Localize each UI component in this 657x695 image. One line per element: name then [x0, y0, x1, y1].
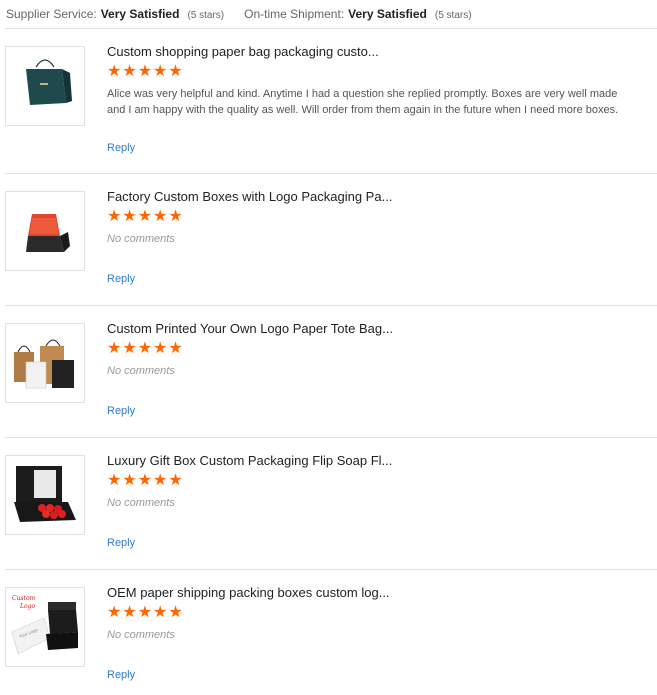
star-rating: ★ ★ ★ ★ ★	[107, 341, 637, 357]
review-item: Custom Printed Your Own Logo Paper Tote …	[5, 305, 657, 437]
star-icon: ★	[137, 604, 153, 621]
review-comment: No comments	[107, 365, 175, 377]
star-icon: ★	[153, 63, 168, 80]
review-comment: No comments	[107, 233, 175, 245]
review-comment: No comments	[107, 629, 175, 641]
review-item: Factory Custom Boxes with Logo Packaging…	[5, 173, 657, 305]
star-icon: ★	[107, 340, 122, 357]
product-thumbnail[interactable]: Custom Logo Your Logo	[5, 587, 85, 667]
star-icon: ★	[168, 340, 183, 357]
review-product-title[interactable]: Custom shopping paper bag packaging cust…	[107, 43, 637, 61]
reply-link[interactable]: Reply	[107, 142, 135, 154]
star-rating: ★ ★ ★ ★ ★	[107, 605, 637, 621]
shipment-rating: On-time Shipment: Very Satisfied (5 star…	[244, 7, 471, 21]
thumb-text: Custom	[12, 595, 36, 602]
star-icon: ★	[122, 63, 137, 80]
star-rating: ★ ★ ★ ★ ★	[107, 473, 637, 489]
star-rating: ★ ★ ★ ★ ★	[107, 209, 637, 225]
review-product-title[interactable]: Custom Printed Your Own Logo Paper Tote …	[107, 320, 637, 338]
supplier-service-rating: Supplier Service: Very Satisfied (5 star…	[6, 7, 224, 21]
product-thumbnail[interactable]	[5, 46, 85, 126]
review-product-title[interactable]: Factory Custom Boxes with Logo Packaging…	[107, 188, 637, 206]
star-icon: ★	[107, 604, 122, 621]
reply-link[interactable]: Reply	[107, 669, 135, 681]
shipment-value: Very Satisfied	[348, 7, 427, 21]
review-comment: Alice was very helpful and kind. Anytime…	[107, 88, 619, 116]
star-icon: ★	[122, 472, 137, 489]
star-icon: ★	[107, 472, 122, 489]
star-icon: ★	[137, 208, 153, 225]
product-thumbnail[interactable]	[5, 455, 85, 535]
review-comment: No comments	[107, 497, 175, 509]
star-icon: ★	[137, 472, 153, 489]
star-icon: ★	[153, 208, 168, 225]
star-icon: ★	[168, 604, 183, 621]
shipment-label: On-time Shipment:	[244, 7, 345, 21]
star-icon: ★	[137, 63, 153, 80]
star-icon: ★	[153, 340, 168, 357]
star-icon: ★	[168, 63, 183, 80]
supplier-service-label: Supplier Service:	[6, 7, 97, 21]
star-icon: ★	[107, 63, 122, 80]
star-icon: ★	[122, 208, 137, 225]
star-rating: ★ ★ ★ ★ ★	[107, 64, 637, 80]
review-item: Luxury Gift Box Custom Packaging Flip So…	[5, 437, 657, 569]
rating-summary: Supplier Service: Very Satisfied (5 star…	[0, 0, 657, 28]
star-icon: ★	[168, 472, 183, 489]
star-icon: ★	[122, 340, 137, 357]
thumb-text: Logo	[19, 603, 35, 610]
review-item: Custom Logo Your Logo OEM paper shipping…	[5, 569, 657, 695]
star-icon: ★	[122, 604, 137, 621]
reply-link[interactable]: Reply	[107, 537, 135, 549]
star-icon: ★	[153, 472, 168, 489]
review-product-title[interactable]: OEM paper shipping packing boxes custom …	[107, 584, 637, 602]
review-item: Custom shopping paper bag packaging cust…	[5, 28, 657, 173]
star-icon: ★	[153, 604, 168, 621]
product-thumbnail[interactable]	[5, 191, 85, 271]
review-product-title[interactable]: Luxury Gift Box Custom Packaging Flip So…	[107, 452, 637, 470]
supplier-service-stars: (5 stars)	[187, 10, 225, 21]
reply-link[interactable]: Reply	[107, 273, 135, 285]
supplier-service-value: Very Satisfied	[100, 7, 180, 21]
shipment-stars: (5 stars)	[434, 10, 472, 21]
star-icon: ★	[168, 208, 183, 225]
product-thumbnail[interactable]	[5, 323, 85, 403]
star-icon: ★	[107, 208, 122, 225]
star-icon: ★	[137, 340, 153, 357]
reply-link[interactable]: Reply	[107, 405, 135, 417]
